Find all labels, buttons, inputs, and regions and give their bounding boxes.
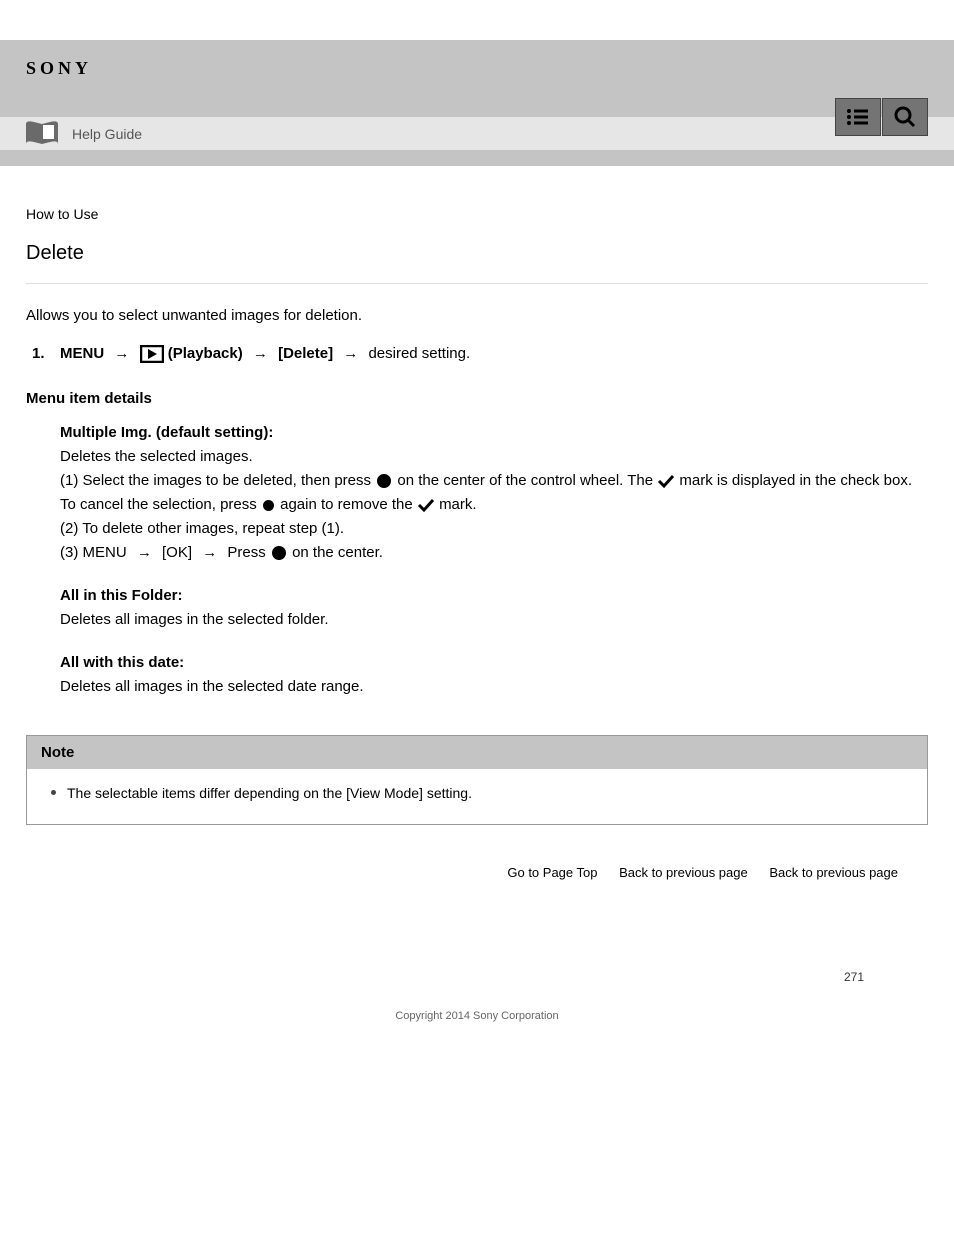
option-multiple: Multiple Img. (default setting): Deletes… xyxy=(60,424,928,565)
playback-icon xyxy=(140,345,164,363)
arrow-icon: → xyxy=(253,345,268,362)
option-all-folder-desc: Deletes all images in the selected folde… xyxy=(60,608,928,632)
center-button-icon xyxy=(272,546,286,560)
note-item: The selectable items differ depending on… xyxy=(67,783,909,804)
option-multiple-term: Multiple Img. (default setting): xyxy=(60,424,928,441)
help-guide-icon xyxy=(18,121,66,147)
check-icon xyxy=(657,473,675,489)
menu-items-heading: Menu item details xyxy=(26,387,928,410)
link-back-2[interactable]: Back to previous page xyxy=(769,865,898,880)
breadcrumb: How to Use xyxy=(26,206,928,222)
divider-bar xyxy=(0,150,954,166)
step1-menu: MENU xyxy=(60,345,104,362)
subheader: Help Guide xyxy=(0,117,954,150)
arrow-icon: → xyxy=(202,544,217,561)
title-divider xyxy=(26,283,928,284)
note-heading: Note xyxy=(27,736,927,769)
arrow-icon: → xyxy=(137,544,152,561)
option-all-date-term: All with this date: xyxy=(60,654,928,671)
link-back-1[interactable]: Back to previous page xyxy=(619,865,748,880)
option-all-date-desc: Deletes all images in the selected date … xyxy=(60,675,928,699)
arrow-icon: → xyxy=(343,345,358,362)
option-all-folder-term: All in this Folder: xyxy=(60,587,928,604)
step-1: MENU → (Playback) → [Delete] → desired s… xyxy=(26,341,928,367)
list-icon xyxy=(846,108,870,126)
step1-playback-label: (Playback) xyxy=(168,345,243,362)
option-all-folder: All in this Folder: Deletes all images i… xyxy=(60,587,928,632)
header-bar: SONY xyxy=(0,40,954,117)
step1-delete: [Delete] xyxy=(278,345,333,362)
option-all-date: All with this date: Deletes all images i… xyxy=(60,654,928,699)
subheader-title: Help Guide xyxy=(72,126,142,142)
page-title: Delete xyxy=(26,242,928,265)
search-button[interactable] xyxy=(882,98,928,136)
note-box: Note The selectable items differ dependi… xyxy=(26,735,928,825)
search-icon xyxy=(894,106,916,128)
copyright: Copyright 2014 Sony Corporation xyxy=(0,1010,954,1042)
option-multiple-desc3: (2) To delete other images, repeat step … xyxy=(60,517,928,541)
option-multiple-desc4: (3) MENU → [OK] → Press on the center. xyxy=(60,541,928,565)
option-multiple-desc1: Deletes the selected images. xyxy=(60,445,928,469)
menu-button[interactable] xyxy=(835,98,881,136)
option-multiple-desc2: (1) Select the images to be deleted, the… xyxy=(60,469,928,517)
step1-tail: desired setting. xyxy=(368,345,470,362)
check-icon xyxy=(417,497,435,513)
page-number: 271 xyxy=(0,970,954,984)
link-page-top[interactable]: Go to Page Top xyxy=(507,865,597,880)
arrow-icon: → xyxy=(114,345,129,362)
intro-text: Allows you to select unwanted images for… xyxy=(26,304,928,327)
brand-logo: SONY xyxy=(26,58,92,79)
center-button-icon xyxy=(263,500,274,511)
footer-links: Go to Page Top Back to previous page Bac… xyxy=(26,865,928,880)
center-button-icon xyxy=(377,474,391,488)
